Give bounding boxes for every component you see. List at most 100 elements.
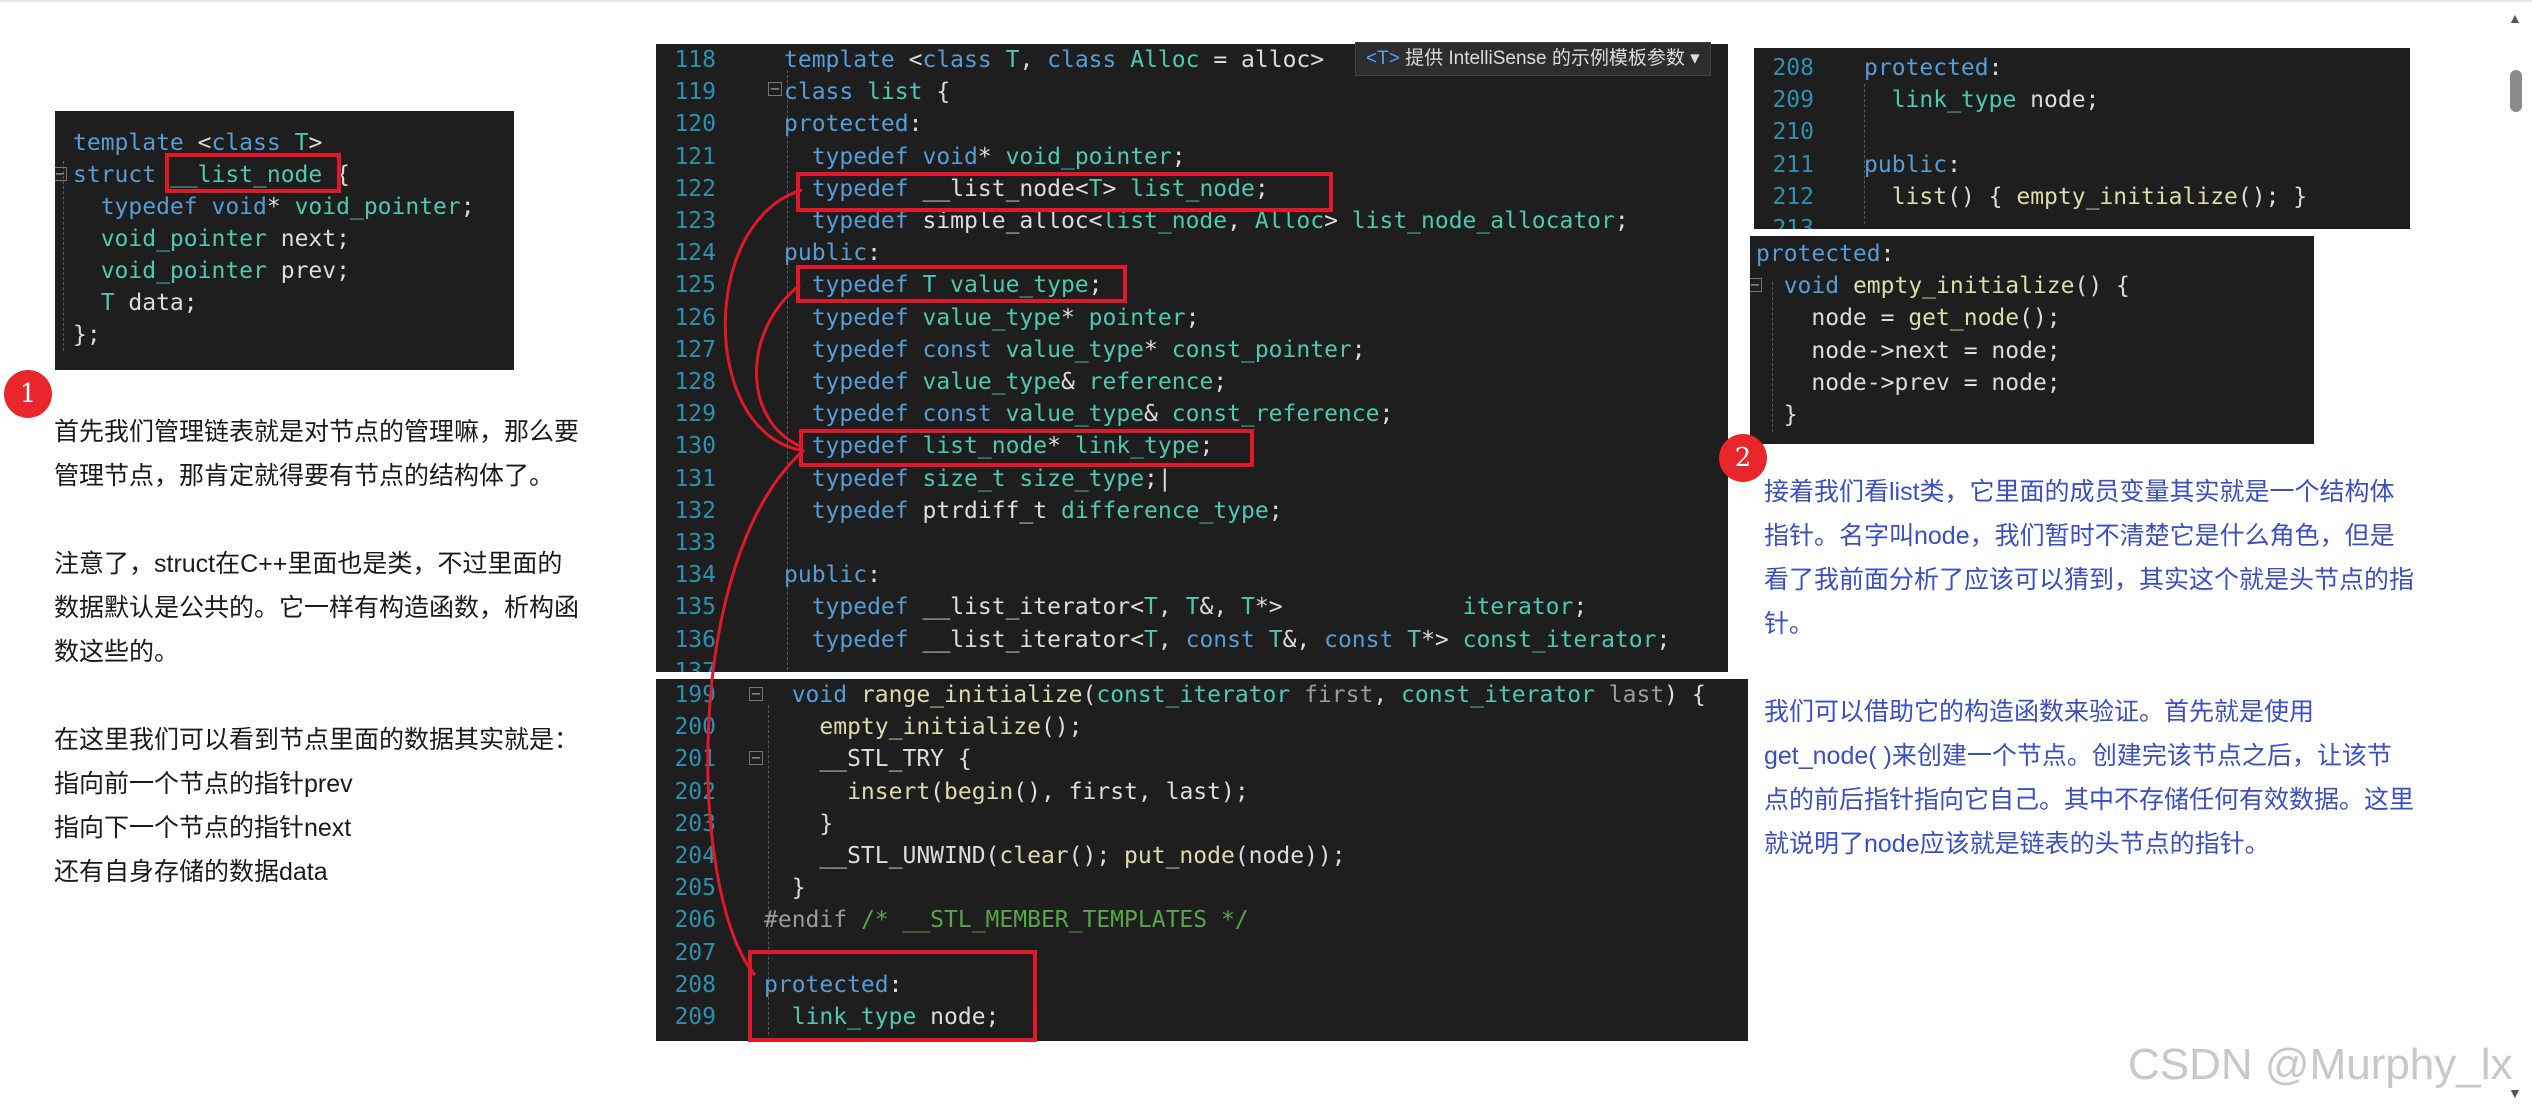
code-token: ; <box>1171 143 1186 170</box>
note-line: 接着我们看list类，它里面的成员变量其实就是一个结构体 <box>1764 478 2395 506</box>
code-token: const <box>1185 626 1269 653</box>
code-token: const_pointer <box>1171 336 1352 363</box>
line-number: 136 <box>674 626 716 653</box>
line-number: 120 <box>674 111 716 138</box>
code-text: protected: <box>1864 52 2002 84</box>
code-token: ;| <box>1144 465 1172 492</box>
note-line: 我们可以借助它的构造函数来验证。首先就是使用 <box>1764 698 2315 726</box>
watermark: CSDN @Murphy_lx <box>2128 1040 2513 1089</box>
scroll-up-icon[interactable]: ▲ <box>2508 10 2522 26</box>
code-token: list_node_allocator <box>1351 208 1615 234</box>
code-text: typedef __list_iterator<T, T&, T*> itera… <box>784 591 1588 623</box>
line-number: 137 <box>674 658 716 672</box>
code-token: const <box>1324 626 1408 653</box>
code-text: T data; <box>73 287 198 319</box>
line-number: 209 <box>1772 87 1814 114</box>
code-token: next; <box>280 226 350 252</box>
code-token: public <box>1864 151 1948 178</box>
code-line: }; <box>55 319 514 351</box>
line-number: 208 <box>1772 55 1814 81</box>
line-number: 125 <box>674 272 716 299</box>
code-token: () { <box>2074 273 2130 300</box>
code-token: node->next = node; <box>1756 337 2061 364</box>
code-line: 120 protected: <box>656 108 1728 140</box>
top-border <box>0 0 2532 2</box>
code-token: : <box>1947 151 1961 178</box>
code-token: void_pointer <box>294 194 461 220</box>
line-number: 199 <box>674 682 716 708</box>
code-text: class list { <box>784 76 950 108</box>
code-line: 121 typedef void* void_pointer; <box>656 141 1728 173</box>
line-number: 200 <box>674 714 716 741</box>
code-text: #endif /* __STL_MEMBER_TEMPLATES */ <box>764 904 1249 936</box>
code-text: typedef value_type* pointer; <box>784 302 1200 334</box>
code-token: #endif <box>764 907 861 934</box>
code-token: ; <box>460 194 475 220</box>
code-token: prev; <box>280 258 350 284</box>
code-token: const_iterator <box>1462 626 1657 653</box>
line-number: 135 <box>674 594 716 621</box>
code-token: class <box>922 47 1006 73</box>
code-token: (); <box>2019 305 2061 332</box>
note-line: 指向下一个节点的指针next <box>54 814 352 842</box>
code-token: Alloc <box>1130 47 1200 73</box>
code-token: < <box>908 47 923 73</box>
code-token: , <box>1157 626 1186 653</box>
note-line <box>1764 646 2484 690</box>
code-token: typedef <box>784 497 923 524</box>
code-token: (); <box>1040 714 1083 741</box>
code-line: 126 typedef value_type* pointer; <box>656 302 1728 334</box>
note-line <box>54 498 654 542</box>
note-line: 指针。名字叫node，我们暂时不清楚它是什么角色，但是 <box>1764 522 2395 550</box>
code-token: value_type <box>922 304 1061 331</box>
code-token: size_t size_type <box>922 465 1145 492</box>
code-token: T <box>1268 626 1283 653</box>
code-text: typedef value_type& reference; <box>784 366 1227 398</box>
highlight-typedef-value-type <box>796 265 1127 303</box>
code-token: (), first, last); <box>1013 778 1249 805</box>
code-line: void_pointer next; <box>55 223 514 255</box>
note-line: 指向前一个节点的指针prev <box>54 770 353 798</box>
code-token: begin <box>944 778 1014 805</box>
code-token: put_node <box>1124 843 1235 869</box>
code-token: : <box>908 111 923 138</box>
code-token: ; <box>1573 594 1588 621</box>
code-token: typedef <box>73 194 212 220</box>
code-token: * <box>977 143 1006 170</box>
code-line: } <box>1750 399 2314 431</box>
code-token: protected <box>1756 241 1881 267</box>
code-token: __list_iterator< <box>922 626 1145 653</box>
code-token: ; <box>1351 336 1366 363</box>
code-text: protected: <box>1756 238 1894 270</box>
line-number: 129 <box>674 401 716 428</box>
code-token: () { <box>1947 183 2017 210</box>
code-token: empty_initialize <box>1852 273 2075 300</box>
code-text: void_pointer prev; <box>73 255 350 287</box>
note-line: 针。 <box>1764 610 1815 638</box>
code-token: ; <box>1268 497 1283 524</box>
code-token: } <box>764 875 806 902</box>
code-line: 135 typedef __list_iterator<T, T&, T*> i… <box>656 591 1728 623</box>
scrollbar-thumb[interactable] <box>2510 70 2522 112</box>
code-line: 127 typedef const value_type* const_poin… <box>656 334 1728 366</box>
code-text: typedef void* void_pointer; <box>784 141 1186 173</box>
code-token: = alloc> <box>1199 47 1325 73</box>
code-token: &, <box>1282 626 1325 653</box>
code-panel-list-node: − template <class T> struct __list_node {… <box>55 111 514 370</box>
code-line: void_pointer prev; <box>55 255 514 287</box>
code-token: ; <box>1185 304 1200 331</box>
code-token: typedef const <box>784 336 1006 363</box>
code-token: __list_iterator< <box>922 594 1145 621</box>
line-number: 207 <box>674 939 716 966</box>
code-token: first <box>1304 682 1374 708</box>
code-text: } <box>764 808 833 840</box>
code-text: typedef const value_type* const_pointer; <box>784 334 1366 366</box>
intellisense-hint[interactable]: <T> 提供 IntelliSense 的示例模板参数 ▾ <box>1355 42 1711 76</box>
note-line: 首先我们管理链表就是对节点的管理嘛，那么要 <box>54 418 580 446</box>
line-number: 121 <box>674 143 716 170</box>
code-text: } <box>1756 399 1798 431</box>
code-token: insert <box>764 778 931 805</box>
code-token: list <box>1864 183 1948 210</box>
code-line: 203 } <box>656 808 1748 840</box>
code-text: typedef void* void_pointer; <box>73 191 475 223</box>
